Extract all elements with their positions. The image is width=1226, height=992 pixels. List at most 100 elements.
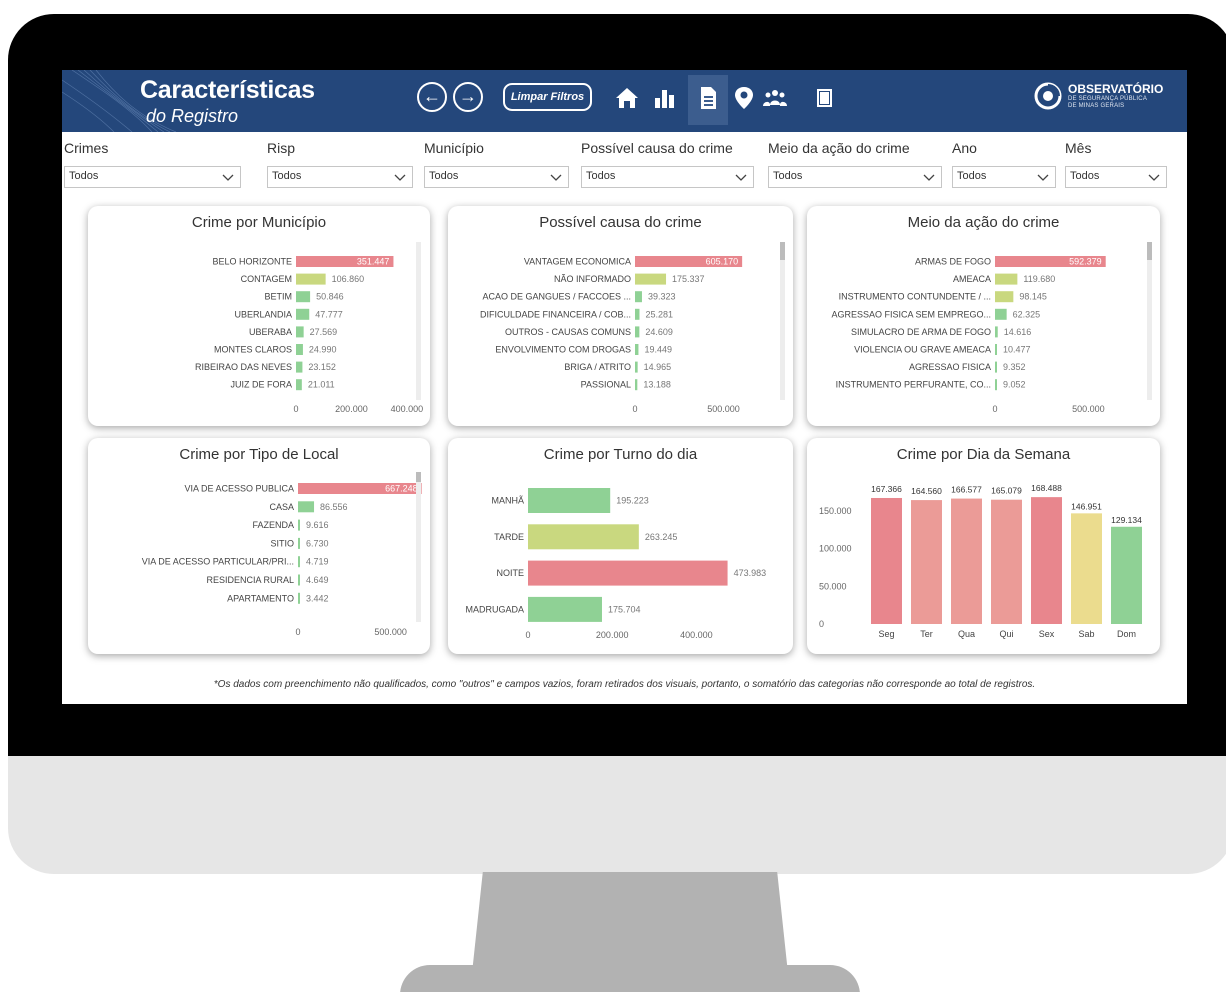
data-label: 25.281 (645, 309, 673, 319)
scrollbar[interactable] (1147, 242, 1152, 400)
category-label: Qui (999, 629, 1013, 639)
data-label: 106.860 (332, 274, 365, 284)
page-subtitle: do Registro (146, 106, 239, 126)
chart-bar (995, 361, 997, 373)
data-label: 9.616 (306, 520, 329, 530)
data-label: 39.323 (648, 292, 676, 302)
filter-label: Meio da ação do crime (768, 140, 910, 156)
chart-turno: MANHÃ 195.223 TARDE 263.245 NOITE 473.983 MADR… (465, 488, 766, 640)
chart-bar (1031, 497, 1062, 624)
scrollbar[interactable] (780, 242, 785, 400)
category-label: Sex (1039, 629, 1055, 639)
scrollbar[interactable] (416, 242, 421, 400)
arrow-left-icon[interactable]: ← (417, 82, 447, 112)
chart-bar (635, 361, 638, 373)
data-label: 263.245 (645, 532, 678, 542)
category-label: MONTES CLAROS (214, 345, 292, 355)
y-tick-label: 50.000 (819, 581, 847, 591)
filter-mes-select[interactable]: Todos (1065, 166, 1167, 188)
category-label: UBERLANDIA (234, 309, 292, 319)
chart-bar (635, 291, 642, 303)
y-tick-label: 100.000 (819, 544, 852, 554)
chart-bar (951, 498, 982, 624)
category-label: APARTAMENTO (227, 593, 294, 603)
filter-label: Mês (1065, 140, 1092, 156)
category-label: BRIGA / ATRITO (564, 362, 631, 372)
data-label: 24.990 (309, 345, 337, 355)
people-icon[interactable] (762, 84, 788, 112)
category-label: CONTAGEM (241, 274, 292, 284)
y-tick-label: 150.000 (819, 506, 852, 516)
bar-chart-icon[interactable] (652, 84, 678, 112)
chart-bar (298, 501, 315, 513)
chart-bar (296, 291, 311, 303)
clear-filters-button[interactable]: Limpar Filtros (503, 83, 592, 111)
data-label: 27.569 (310, 327, 338, 337)
chart-municipio: BELO HORIZONTE 351.447 CONTAGEM 106.860 BETI… (195, 256, 424, 414)
chart-bar (635, 308, 640, 320)
chart-tipo-local: VIA DE ACESSO PUBLICA 667.248 CASA 86.556 FA… (142, 483, 422, 637)
document-icon[interactable] (695, 84, 721, 112)
filter-label: Crimes (64, 140, 109, 156)
brand-line-1: DE SEGURANÇA PÚBLICA (1068, 96, 1148, 102)
data-label: 23.152 (308, 362, 336, 372)
data-label: 605.170 (706, 257, 739, 267)
arrow-right-icon[interactable]: → (453, 82, 483, 112)
data-label: 165.079 (991, 486, 1022, 496)
filter-ano-select[interactable]: Todos (952, 166, 1056, 188)
category-label: DIFICULDADE FINANCEIRA / COB... (480, 309, 631, 319)
scrollbar[interactable] (416, 472, 421, 622)
data-label: 119.680 (1023, 274, 1055, 284)
scroll-thumb[interactable] (1147, 242, 1152, 260)
dashboard-screen: Características do Registro ← → Limpar F… (62, 70, 1187, 704)
data-label: 175.337 (672, 274, 705, 284)
home-icon[interactable] (614, 84, 640, 112)
monitor-stand-foot (400, 965, 860, 992)
category-label: RESIDENCIA RURAL (206, 575, 294, 585)
chart-card-dia-semana: Crime por Dia da Semana 0 50.000 100.000 15… (807, 438, 1160, 654)
data-label: 10.477 (1003, 345, 1031, 355)
category-label: ENVOLVIMENTO COM DROGAS (495, 345, 631, 355)
data-label: 13.188 (643, 380, 671, 390)
data-label: 50.846 (316, 292, 344, 302)
chart-bar (911, 500, 942, 624)
data-label: 14.965 (644, 362, 672, 372)
x-tick-label: 0 (992, 404, 997, 414)
category-label: VIOLENCIA OU GRAVE AMEACA (854, 345, 991, 355)
chart-bar (635, 344, 639, 355)
data-label: 47.777 (315, 309, 343, 319)
chart-bar (296, 308, 310, 320)
chevron-down-icon (222, 174, 234, 181)
filter-municipio-select[interactable]: Todos (424, 166, 569, 188)
header-bar: Características do Registro ← → Limpar F… (62, 70, 1187, 132)
x-tick-label: 400.000 (391, 404, 424, 414)
chart-bar (995, 379, 997, 391)
category-label: VANTAGEM ECONOMICA (524, 257, 631, 267)
filter-label: Possível causa do crime (581, 140, 733, 156)
book-icon[interactable] (812, 84, 838, 112)
chart-card-tipo-local: Crime por Tipo de Local VIA DE ACESSO PU… (88, 438, 430, 654)
chart-bar (995, 291, 1014, 303)
category-label: INSTRUMENTO PERFURANTE, CO... (836, 380, 991, 390)
filter-risp-select[interactable]: Todos (267, 166, 413, 188)
chevron-down-icon (550, 174, 562, 181)
filter-value: Todos (1070, 170, 1100, 182)
chart-card-turno: Crime por Turno do dia MANHÃ 195.223 TARDE… (448, 438, 793, 654)
category-label: Dom (1117, 629, 1136, 639)
filter-meio-acao-select[interactable]: Todos (768, 166, 942, 188)
map-pin-icon[interactable] (731, 84, 757, 112)
data-label: 24.609 (645, 327, 673, 337)
x-tick-label: 200.000 (335, 404, 368, 414)
category-label: TARDE (494, 532, 524, 542)
filter-crimes-select[interactable]: Todos (64, 166, 241, 188)
chart-bar (298, 592, 300, 604)
category-label: MANHÃ (491, 496, 524, 506)
scroll-thumb[interactable] (416, 472, 421, 482)
chart-bar (296, 344, 303, 355)
data-label: 164.560 (911, 486, 942, 496)
data-label: 175.704 (608, 604, 641, 614)
chart-bar (871, 497, 902, 624)
chart-bar (296, 379, 302, 391)
scroll-thumb[interactable] (780, 242, 785, 260)
filter-possivel-causa-select[interactable]: Todos (581, 166, 754, 188)
